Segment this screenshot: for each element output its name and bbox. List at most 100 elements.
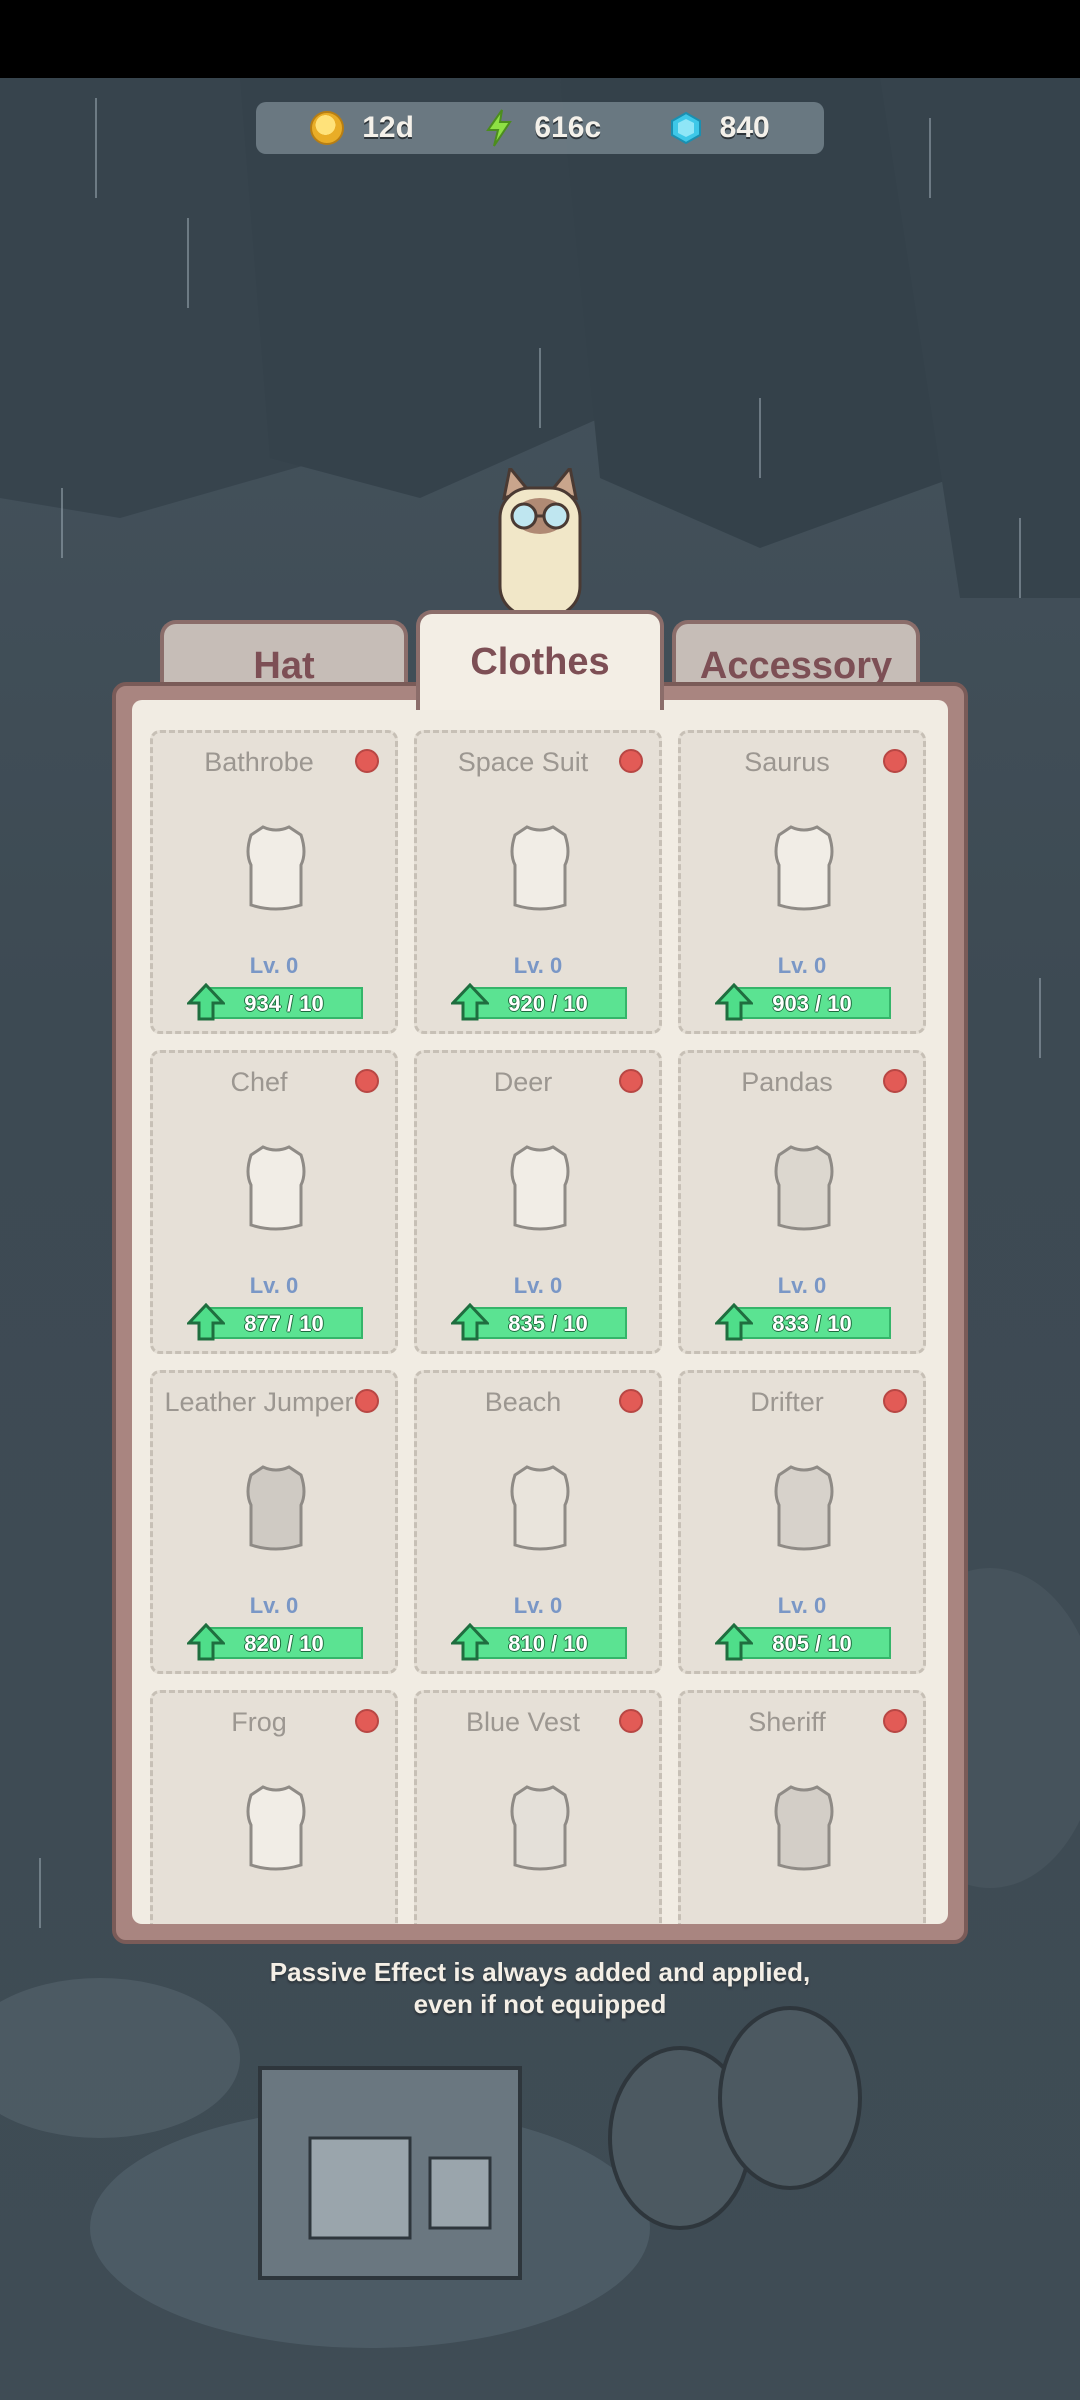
cat-character bbox=[498, 468, 582, 616]
leather-jumper-icon bbox=[246, 1465, 306, 1551]
passive-note-line1: Passive Effect is always added and appli… bbox=[269, 1957, 811, 1987]
progress-bar: 903 / 10 bbox=[733, 987, 891, 1019]
clothes-item-card[interactable]: Sheriff bbox=[678, 1690, 926, 1924]
item-level: Lv. 0 bbox=[513, 953, 563, 978]
clothes-inventory-panel[interactable]: Bathrobe Lv. 0 934 / 10 Space Suit Lv. 0 920 … bbox=[132, 700, 948, 1924]
item-level: Lv. 0 bbox=[777, 1593, 827, 1618]
beach-shirt-icon bbox=[510, 1465, 570, 1551]
upgrade-arrow-icon bbox=[715, 1303, 753, 1341]
coin-icon bbox=[310, 111, 345, 145]
upgrade-progress[interactable]: 810 / 10 bbox=[451, 1623, 631, 1661]
progress-bar: 820 / 10 bbox=[205, 1627, 363, 1659]
item-level: Lv. 0 bbox=[777, 1273, 827, 1298]
blue-vest-icon bbox=[510, 1785, 570, 1871]
currency-bar: 12d 616c 840 bbox=[256, 102, 824, 154]
clothes-item-card[interactable]: Drifter Lv. 0 805 / 10 bbox=[678, 1370, 926, 1674]
deer-vest-icon bbox=[510, 1145, 570, 1231]
upgrade-progress[interactable]: 920 / 10 bbox=[451, 983, 631, 1021]
progress-text: 833 / 10 bbox=[772, 1311, 852, 1336]
progress-bar: 833 / 10 bbox=[733, 1307, 891, 1339]
notification-dot bbox=[355, 1069, 379, 1093]
progress-bar: 835 / 10 bbox=[469, 1307, 627, 1339]
progress-text: 820 / 10 bbox=[244, 1631, 324, 1656]
item-name: Frog bbox=[231, 1707, 287, 1737]
gem-counter[interactable]: 840 bbox=[670, 111, 770, 145]
notification-dot bbox=[619, 1069, 643, 1093]
notification-dot bbox=[619, 1389, 643, 1413]
item-level: Lv. 0 bbox=[513, 1593, 563, 1618]
upgrade-arrow-icon bbox=[451, 983, 489, 1021]
tab-clothes[interactable]: Clothes bbox=[416, 610, 664, 710]
upgrade-arrow-icon bbox=[187, 983, 225, 1021]
item-level: Lv. 0 bbox=[777, 953, 827, 978]
clothes-item-card[interactable]: Blue Vest bbox=[414, 1690, 662, 1924]
item-name: Bathrobe bbox=[204, 747, 314, 777]
clothes-item-card[interactable]: Chef Lv. 0 877 / 10 bbox=[150, 1050, 398, 1354]
item-name: Pandas bbox=[741, 1067, 833, 1097]
gem-value: 840 bbox=[719, 111, 770, 144]
progress-text: 903 / 10 bbox=[772, 991, 852, 1016]
sheriff-vest-icon bbox=[774, 1785, 834, 1871]
item-name: Deer bbox=[493, 1067, 553, 1097]
upgrade-progress[interactable]: 903 / 10 bbox=[715, 983, 895, 1021]
upgrade-progress[interactable]: 820 / 10 bbox=[187, 1623, 367, 1661]
item-name: Blue Vest bbox=[465, 1707, 581, 1737]
notification-dot bbox=[619, 1709, 643, 1733]
upgrade-arrow-icon bbox=[451, 1623, 489, 1661]
energy-counter[interactable]: 616c bbox=[482, 108, 601, 148]
upgrade-arrow-icon bbox=[451, 1303, 489, 1341]
clothes-item-card[interactable]: Beach Lv. 0 810 / 10 bbox=[414, 1370, 662, 1674]
progress-text: 805 / 10 bbox=[772, 1631, 852, 1656]
progress-bar: 805 / 10 bbox=[733, 1627, 891, 1659]
status-bar bbox=[0, 0, 1080, 78]
item-level: Lv. 0 bbox=[249, 1593, 299, 1618]
item-level: Lv. 0 bbox=[513, 1273, 563, 1298]
notification-dot bbox=[355, 749, 379, 773]
tab-clothes-label: Clothes bbox=[470, 640, 610, 683]
pandas-vest-icon bbox=[774, 1145, 834, 1231]
clothes-item-card[interactable]: Space Suit Lv. 0 920 / 10 bbox=[414, 730, 662, 1034]
coin-counter[interactable]: 12d bbox=[310, 111, 414, 145]
progress-bar: 934 / 10 bbox=[205, 987, 363, 1019]
clothes-item-card[interactable]: Bathrobe Lv. 0 934 / 10 bbox=[150, 730, 398, 1034]
item-name: Beach bbox=[484, 1387, 562, 1417]
coin-value: 12d bbox=[362, 111, 414, 144]
energy-value: 616c bbox=[534, 111, 602, 144]
notification-dot bbox=[355, 1389, 379, 1413]
clothes-item-card[interactable]: Saurus Lv. 0 903 / 10 bbox=[678, 730, 926, 1034]
notification-dot bbox=[883, 749, 907, 773]
item-name: Drifter bbox=[750, 1387, 824, 1417]
drifter-vest-icon bbox=[774, 1465, 834, 1551]
item-name: Saurus bbox=[744, 747, 830, 777]
clothes-item-card[interactable]: Deer Lv. 0 835 / 10 bbox=[414, 1050, 662, 1354]
progress-text: 877 / 10 bbox=[244, 1311, 324, 1336]
saurus-vest-icon bbox=[774, 825, 834, 911]
passive-note-line2: even if not equipped bbox=[413, 1989, 667, 2019]
progress-bar: 810 / 10 bbox=[469, 1627, 627, 1659]
notification-dot bbox=[355, 1709, 379, 1733]
upgrade-arrow-icon bbox=[715, 1623, 753, 1661]
progress-text: 920 / 10 bbox=[508, 991, 588, 1016]
frog-vest-icon bbox=[246, 1785, 306, 1871]
item-name: Leather Jumper bbox=[164, 1387, 354, 1417]
upgrade-progress[interactable]: 805 / 10 bbox=[715, 1623, 895, 1661]
progress-text: 810 / 10 bbox=[508, 1631, 588, 1656]
upgrade-progress[interactable]: 877 / 10 bbox=[187, 1303, 367, 1341]
chef-coat-icon bbox=[246, 1145, 306, 1231]
clothes-item-card[interactable]: Leather Jumper Lv. 0 820 / 10 bbox=[150, 1370, 398, 1674]
item-name: Sheriff bbox=[748, 1707, 826, 1737]
notification-dot bbox=[883, 1389, 907, 1413]
clothes-item-card[interactable]: Pandas Lv. 0 833 / 10 bbox=[678, 1050, 926, 1354]
passive-effect-note: Passive Effect is always added and appli… bbox=[0, 1956, 1080, 2020]
upgrade-progress[interactable]: 833 / 10 bbox=[715, 1303, 895, 1341]
item-level: Lv. 0 bbox=[249, 953, 299, 978]
clothes-item-card[interactable]: Frog bbox=[150, 1690, 398, 1924]
lightning-bolt-icon bbox=[486, 109, 513, 147]
progress-bar: 877 / 10 bbox=[205, 1307, 363, 1339]
clothes-grid: Bathrobe Lv. 0 934 / 10 Space Suit Lv. 0 920 … bbox=[150, 730, 926, 1924]
upgrade-progress[interactable]: 934 / 10 bbox=[187, 983, 367, 1021]
upgrade-progress[interactable]: 835 / 10 bbox=[451, 1303, 631, 1341]
bathrobe-icon bbox=[246, 825, 306, 911]
item-level: Lv. 0 bbox=[249, 1273, 299, 1298]
item-name: Space Suit bbox=[457, 747, 589, 777]
